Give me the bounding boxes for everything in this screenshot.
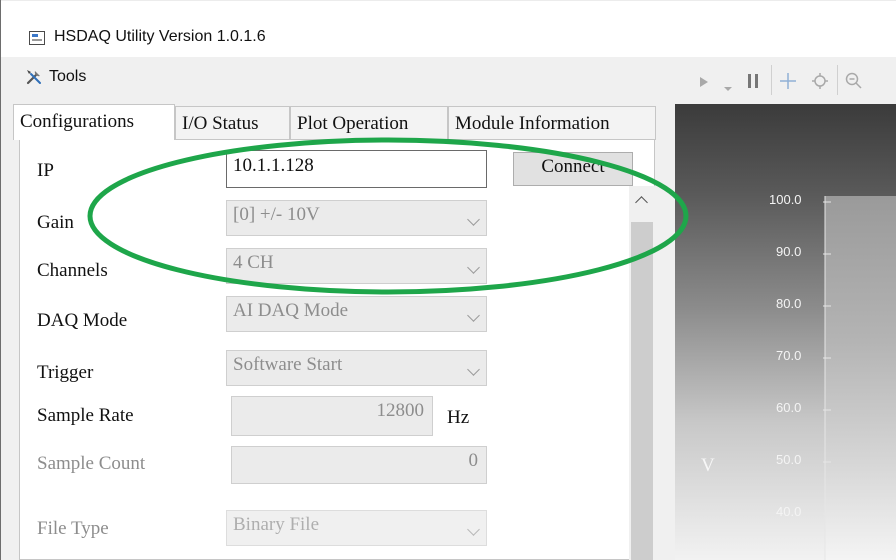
tab-io-status[interactable]: I/O Status <box>175 106 290 140</box>
sample-count-input[interactable]: 0 <box>231 446 487 484</box>
channels-select-value: 4 CH <box>233 252 274 273</box>
waveform-plot[interactable] <box>675 104 896 560</box>
app-window-icon <box>29 31 45 45</box>
tab-module-information[interactable]: Module Information <box>448 106 656 140</box>
y-axis <box>823 196 831 560</box>
pan-icon[interactable] <box>779 72 797 95</box>
trigger-label: Trigger <box>37 362 94 383</box>
ip-label: IP <box>37 160 54 181</box>
daq-mode-label: DAQ Mode <box>37 310 128 331</box>
trigger-select-value: Software Start <box>233 354 343 375</box>
gain-select[interactable]: [0] +/- 10V <box>226 200 487 236</box>
file-type-label: File Type <box>37 518 109 539</box>
daq-mode-select-value: AI DAQ Mode <box>233 300 349 321</box>
ip-input[interactable]: 10.1.1.128 <box>226 150 487 188</box>
y-tick-label: 70.0 <box>776 348 802 363</box>
zoom-out-icon[interactable] <box>845 72 863 95</box>
chevron-down-icon <box>467 213 480 226</box>
chevron-down-icon <box>467 363 480 376</box>
tab-configurations[interactable]: Configurations <box>13 104 175 140</box>
dropdown-arrow-icon[interactable] <box>723 79 733 97</box>
tools-icon <box>25 68 43 86</box>
plot-toolbar <box>675 57 896 105</box>
tools-menu[interactable]: Tools <box>25 66 86 88</box>
trigger-select[interactable]: Software Start <box>226 350 487 386</box>
toolbar-separator <box>771 65 772 95</box>
y-tick-label: 60.0 <box>776 400 802 415</box>
y-tick-label: 80.0 <box>776 296 802 311</box>
y-tick-label: 100.0 <box>769 192 802 207</box>
title-bar: HSDAQ Utility Version 1.0.1.6 <box>1 0 896 56</box>
tab-plot-operation[interactable]: Plot Operation <box>290 106 448 140</box>
chevron-down-icon <box>467 523 480 536</box>
plot-area <box>825 196 896 560</box>
daq-mode-select[interactable]: AI DAQ Mode <box>226 296 487 332</box>
tools-menu-label: Tools <box>49 68 87 85</box>
gain-label: Gain <box>37 212 74 233</box>
scrollbar-thumb[interactable] <box>631 222 653 560</box>
app-window: HSDAQ Utility Version 1.0.1.6 Tools Conf… <box>0 0 896 560</box>
chevron-down-icon <box>467 261 480 274</box>
y-tick-label: 40.0 <box>776 504 802 519</box>
y-tick-label: 50.0 <box>776 452 802 467</box>
play-icon[interactable] <box>699 75 709 93</box>
pause-icon[interactable] <box>747 73 759 94</box>
sample-rate-input[interactable]: 12800 <box>231 396 433 436</box>
file-type-select-value: Binary File <box>233 514 320 535</box>
zoom-point-icon[interactable] <box>811 72 829 95</box>
window-title: HSDAQ Utility Version 1.0.1.6 <box>54 28 266 45</box>
toolbar-separator <box>837 65 838 95</box>
y-tick-label: 90.0 <box>776 244 802 259</box>
channels-label: Channels <box>37 260 108 281</box>
chevron-down-icon <box>467 309 480 322</box>
channels-select[interactable]: 4 CH <box>226 248 487 284</box>
sample-rate-unit: Hz <box>447 407 470 428</box>
sample-count-label: Sample Count <box>37 453 146 474</box>
sample-rate-label: Sample Rate <box>37 405 134 426</box>
gain-select-value: [0] +/- 10V <box>233 204 320 225</box>
file-type-select[interactable]: Binary File <box>226 510 487 546</box>
y-axis-label: V <box>701 455 715 476</box>
connect-button[interactable]: Connect <box>513 152 633 186</box>
